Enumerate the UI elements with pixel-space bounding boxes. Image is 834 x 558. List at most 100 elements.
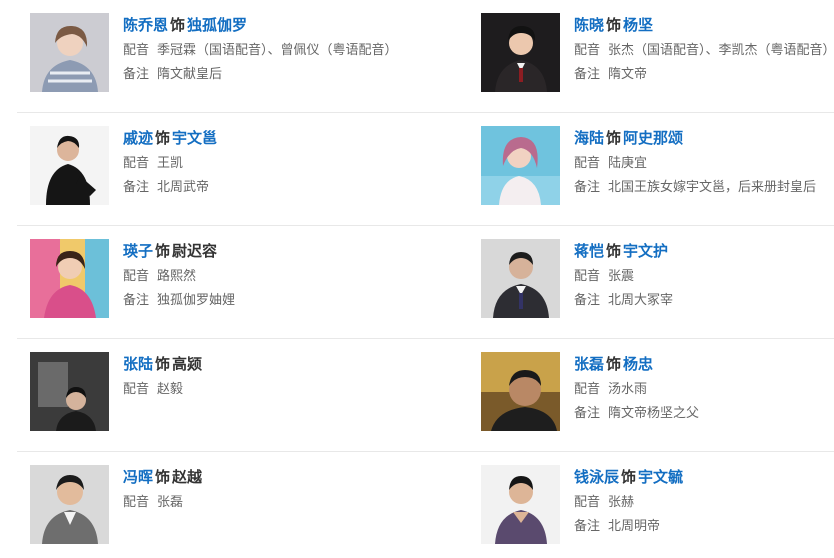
- note-line: 备注 隋文帝杨坚之父: [574, 402, 834, 426]
- role-name[interactable]: 宇文邕: [172, 129, 217, 147]
- actor-name[interactable]: 蒋恺: [574, 242, 604, 260]
- actor-name[interactable]: 海陆: [574, 129, 604, 147]
- cast-card: 张陆饰高颎 配音 赵毅: [30, 352, 470, 452]
- actor-name[interactable]: 钱泳辰: [574, 468, 619, 486]
- role-name: 尉迟容: [172, 242, 218, 260]
- actor-name[interactable]: 陈晓: [574, 16, 604, 34]
- note-line: 备注 北周武帝: [123, 176, 470, 200]
- role-name[interactable]: 宇文护: [623, 242, 668, 260]
- dubbing-label: 配音: [123, 156, 150, 171]
- dubbing-value: 季冠霖（国语配音）、曾佩仪（粤语配音）: [157, 43, 398, 58]
- dubbing-line: 配音 汤水雨: [574, 378, 834, 402]
- cast-list: 陈乔恩饰独孤伽罗 配音 季冠霖（国语配音）、曾佩仪（粤语配音） 备注 隋文献皇后 陈…: [0, 0, 834, 558]
- actor-name[interactable]: 张陆: [123, 355, 153, 373]
- actor-photo[interactable]: [481, 126, 560, 205]
- cast-title: 陈乔恩饰独孤伽罗: [123, 13, 470, 37]
- dubbing-line: 配音 季冠霖（国语配音）、曾佩仪（粤语配音）: [123, 39, 470, 63]
- dubbing-value: 赵毅: [157, 382, 184, 397]
- note-label: 备注: [574, 293, 601, 308]
- note-line: 备注 隋文帝: [574, 63, 834, 87]
- role-name[interactable]: 杨忠: [623, 355, 653, 373]
- cast-title: 冯晖饰赵越: [123, 465, 470, 489]
- as-label: 饰: [606, 129, 622, 147]
- cast-title: 戚迹饰宇文邕: [123, 126, 470, 150]
- actor-photo[interactable]: [481, 352, 560, 431]
- dubbing-label: 配音: [123, 269, 150, 284]
- cast-card: 戚迹饰宇文邕 配音 王凯 备注 北周武帝: [30, 126, 470, 226]
- actor-photo[interactable]: [481, 465, 560, 544]
- dubbing-line: 配音 张磊: [123, 491, 470, 515]
- note-label: 备注: [123, 67, 150, 82]
- note-value: 北周大冢宰: [608, 293, 674, 308]
- note-label: 备注: [574, 406, 601, 421]
- cast-card: 陈乔恩饰独孤伽罗 配音 季冠霖（国语配音）、曾佩仪（粤语配音） 备注 隋文献皇后: [30, 13, 470, 113]
- as-label: 饰: [155, 355, 171, 373]
- dubbing-label: 配音: [123, 382, 150, 397]
- note-line: 备注 隋文献皇后: [123, 63, 470, 87]
- actor-photo[interactable]: [30, 13, 109, 92]
- note-value: 隋文献皇后: [157, 67, 223, 82]
- as-label: 饰: [170, 16, 186, 34]
- as-label: 饰: [155, 129, 171, 147]
- actor-name[interactable]: 张磊: [574, 355, 604, 373]
- as-label: 饰: [606, 242, 622, 260]
- cast-row: 张陆饰高颎 配音 赵毅 张磊饰杨忠 配音 汤水雨 备注 隋文帝杨坚之父: [17, 339, 834, 452]
- note-label: 备注: [123, 293, 150, 308]
- cast-card: 冯晖饰赵越 配音 张磊: [30, 465, 470, 558]
- dubbing-value: 张赫: [608, 495, 635, 510]
- cast-card: 陈晓饰杨坚 配音 张杰（国语配音）、李凯杰（粤语配音） 备注 隋文帝: [481, 13, 834, 113]
- role-name[interactable]: 宇文毓: [638, 468, 683, 486]
- actor-photo[interactable]: [30, 465, 109, 544]
- dubbing-value: 张磊: [157, 495, 184, 510]
- role-name[interactable]: 独孤伽罗: [187, 16, 247, 34]
- dubbing-line: 配音 张震: [574, 265, 834, 289]
- dubbing-label: 配音: [574, 269, 601, 284]
- role-name[interactable]: 阿史那颂: [623, 129, 683, 147]
- note-label: 备注: [574, 67, 601, 82]
- actor-name[interactable]: 冯晖: [123, 468, 153, 486]
- cast-card: 海陆饰阿史那颂 配音 陆庚宜 备注 北国王族女嫁宇文邕，后来册封皇后: [481, 126, 834, 226]
- dubbing-label: 配音: [574, 495, 601, 510]
- note-line: 备注 北周大冢宰: [574, 289, 834, 313]
- note-value: 隋文帝杨坚之父: [608, 406, 700, 421]
- dubbing-line: 配音 路熙然: [123, 265, 470, 289]
- actor-name[interactable]: 陈乔恩: [123, 16, 168, 34]
- role-name[interactable]: 杨坚: [623, 16, 653, 34]
- actor-photo[interactable]: [30, 126, 109, 205]
- actor-photo[interactable]: [481, 13, 560, 92]
- cast-title: 张磊饰杨忠: [574, 352, 834, 376]
- cast-title: 瑛子饰尉迟容: [123, 239, 470, 263]
- actor-photo[interactable]: [481, 239, 560, 318]
- dubbing-line: 配音 王凯: [123, 152, 470, 176]
- cast-title: 张陆饰高颎: [123, 352, 470, 376]
- note-value: 北国王族女嫁宇文邕，后来册封皇后: [608, 180, 817, 195]
- as-label: 饰: [606, 16, 622, 34]
- dubbing-line: 配音 张杰（国语配音）、李凯杰（粤语配音）: [574, 39, 834, 63]
- cast-row: 陈乔恩饰独孤伽罗 配音 季冠霖（国语配音）、曾佩仪（粤语配音） 备注 隋文献皇后 陈…: [17, 0, 834, 113]
- dubbing-label: 配音: [574, 382, 601, 397]
- dubbing-line: 配音 陆庚宜: [574, 152, 834, 176]
- dubbing-value: 张震: [608, 269, 635, 284]
- as-label: 饰: [155, 242, 171, 260]
- dubbing-value: 路熙然: [157, 269, 197, 284]
- note-value: 独孤伽罗妯娌: [157, 293, 236, 308]
- dubbing-value: 陆庚宜: [608, 156, 648, 171]
- actor-name[interactable]: 瑛子: [123, 242, 153, 260]
- note-value: 北周明帝: [608, 519, 661, 534]
- role-name: 赵越: [172, 468, 203, 486]
- cast-card: 瑛子饰尉迟容 配音 路熙然 备注 独孤伽罗妯娌: [30, 239, 470, 339]
- as-label: 饰: [621, 468, 637, 486]
- cast-card: 蒋恺饰宇文护 配音 张震 备注 北周大冢宰: [481, 239, 834, 339]
- actor-name[interactable]: 戚迹: [123, 129, 153, 147]
- cast-row: 戚迹饰宇文邕 配音 王凯 备注 北周武帝 海陆饰阿史那颂 配音 陆庚宜 备注 北国王族女…: [17, 113, 834, 226]
- note-line: 备注 北国王族女嫁宇文邕，后来册封皇后: [574, 176, 834, 200]
- actor-photo[interactable]: [30, 239, 109, 318]
- actor-photo[interactable]: [30, 352, 109, 431]
- dubbing-line: 配音 赵毅: [123, 378, 470, 402]
- note-label: 备注: [123, 180, 150, 195]
- note-label: 备注: [574, 519, 601, 534]
- cast-title: 钱泳辰饰宇文毓: [574, 465, 834, 489]
- role-name: 高颎: [172, 355, 203, 373]
- as-label: 饰: [606, 355, 622, 373]
- note-line: 备注 北周明帝: [574, 515, 834, 539]
